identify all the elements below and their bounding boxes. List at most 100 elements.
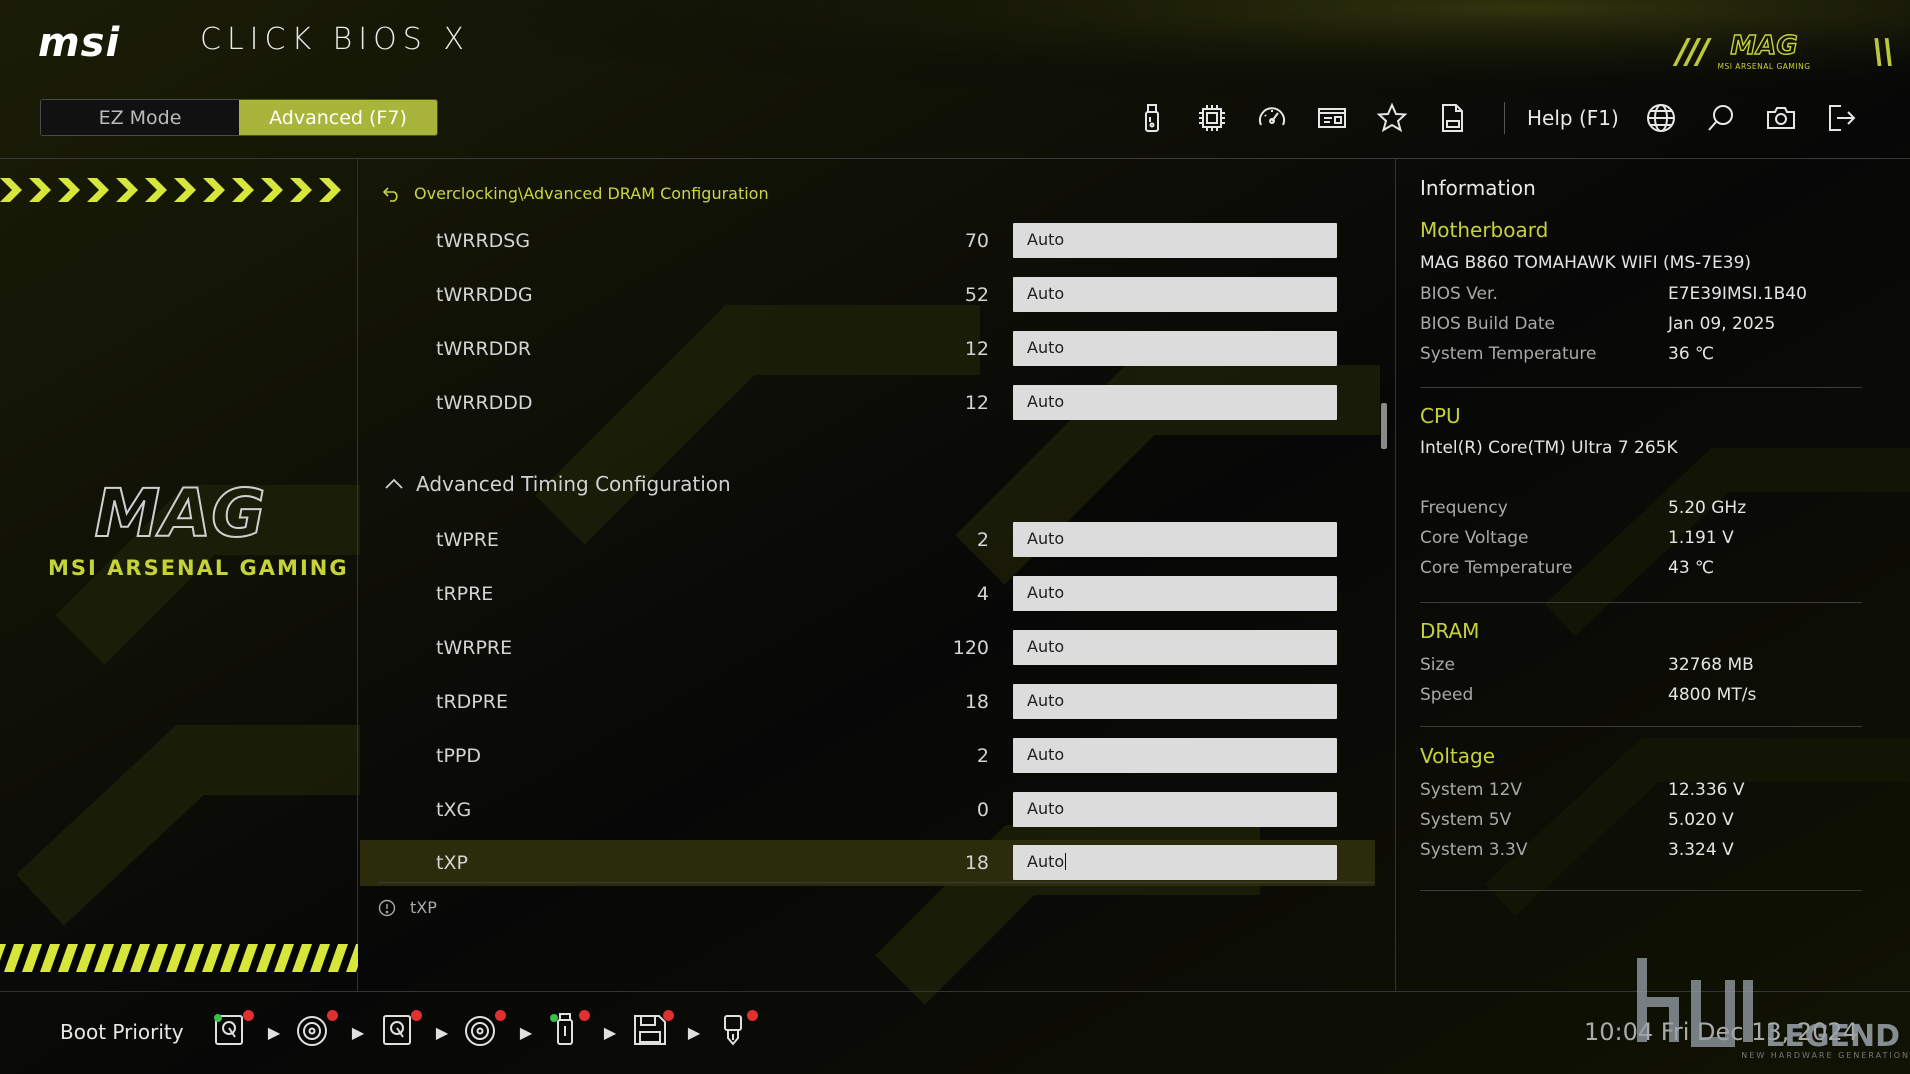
hardware-monitor-button[interactable] [1302, 98, 1362, 138]
usb-drive-button[interactable] [1122, 98, 1182, 138]
oc-gauge-button[interactable] [1242, 98, 1302, 138]
bios-version-label: BIOS Ver. [1420, 284, 1498, 304]
dram-heading: DRAM [1420, 619, 1480, 643]
gauge-icon [1259, 107, 1285, 126]
mag-badge-text: MAG [1730, 31, 1797, 61]
mag-logo-text: MAG [95, 478, 266, 548]
cpu-heading: CPU [1420, 404, 1461, 428]
setting-input[interactable]: Auto [1013, 738, 1337, 773]
breadcrumb[interactable]: Overclocking\Advanced DRAM Configuration [382, 184, 769, 203]
setting-current-value: 2 [976, 745, 989, 767]
setting-current-value: 12 [964, 338, 989, 360]
setting-input[interactable]: Auto [1013, 223, 1337, 258]
setting-input[interactable]: Auto [1013, 522, 1337, 557]
section-header-advanced-timing[interactable]: Advanced Timing Configuration [384, 472, 731, 496]
usb-drive-icon [1145, 104, 1159, 132]
setting-name: tWRRDSG [436, 230, 531, 252]
boot-device-4[interactable] [462, 1010, 506, 1054]
help-button[interactable]: Help (F1) [1527, 106, 1619, 130]
boot-order-arrow: ▶ [351, 1022, 365, 1042]
hint-text: tXP [410, 898, 437, 917]
setting-row-trpre[interactable]: tRPRE 4 Auto [360, 571, 1375, 617]
setting-input[interactable]: Auto [1013, 331, 1337, 366]
core-temperature-value: 43 ℃ [1668, 558, 1715, 578]
channel-watermark: LEGEND NEW HARDWARE GENERATION [1637, 958, 1910, 1060]
favorites-star-icon [1376, 102, 1408, 133]
setting-input[interactable]: Auto [1013, 277, 1337, 312]
boot-device-1[interactable] [210, 1010, 254, 1054]
boot-device-7[interactable] [714, 1010, 758, 1054]
setting-name: tRDPRE [436, 691, 508, 713]
setting-input[interactable]: Auto [1013, 792, 1337, 827]
setting-row-twrrddg[interactable]: tWRRDDG 52 Auto [360, 272, 1375, 318]
hardware-monitor-icon [1318, 108, 1346, 128]
info-separator [1420, 387, 1862, 388]
setting-row-twrpre[interactable]: tWRPRE 120 Auto [360, 625, 1375, 671]
boot-device-2[interactable] [294, 1010, 338, 1054]
help-hint: tXP [378, 898, 437, 917]
setting-row-txg[interactable]: tXG 0 Auto [360, 787, 1375, 833]
setting-input[interactable]: Auto [1013, 576, 1337, 611]
setting-current-value: 4 [976, 583, 989, 605]
dram-speed-label: Speed [1420, 685, 1474, 705]
boot-order-arrow: ▶ [267, 1022, 281, 1042]
setting-row-tppd[interactable]: tPPD 2 Auto [360, 733, 1375, 779]
brand-tagline: MSI ARSENAL GAMING [48, 556, 349, 580]
info-circle-icon [378, 899, 396, 916]
bios-build-date-label: BIOS Build Date [1420, 314, 1555, 334]
screenshot-camera-icon [1766, 107, 1795, 129]
list-scrollbar[interactable] [1381, 403, 1387, 449]
toolbar-separator [1504, 102, 1505, 134]
watermark-subtext: NEW HARDWARE GENERATION [1741, 1051, 1910, 1060]
exit-button[interactable] [1811, 98, 1871, 138]
setting-row-twrrddd[interactable]: tWRRDDD 12 Auto [360, 380, 1375, 426]
boot-device-3[interactable] [378, 1010, 422, 1054]
setting-row-txp-selected[interactable]: tXP 18 Auto [360, 840, 1375, 886]
setting-name: tXG [436, 799, 472, 821]
setting-row-trdpre[interactable]: tRDPRE 18 Auto [360, 679, 1375, 725]
favorites-button[interactable] [1362, 98, 1422, 138]
setting-name: tWRPRE [436, 637, 513, 659]
uefi-badge [243, 1010, 254, 1021]
toolbar: Help (F1) [1122, 98, 1871, 138]
cpu-frequency-label: Frequency [1420, 498, 1508, 518]
system-3v3-value: 3.324 V [1668, 840, 1734, 860]
uefi-badge [495, 1010, 506, 1021]
voltage-heading: Voltage [1420, 744, 1496, 768]
info-separator [1420, 890, 1862, 891]
setting-row-twrrdsg[interactable]: tWRRDSG 70 Auto [360, 218, 1375, 264]
search-button[interactable] [1691, 98, 1751, 138]
list-divider [378, 882, 1375, 883]
bios-log-icon [1442, 104, 1463, 132]
setting-name: tPPD [436, 745, 481, 767]
screenshot-button[interactable] [1751, 98, 1811, 138]
cpu-button[interactable] [1182, 98, 1242, 138]
info-separator [1420, 602, 1862, 603]
boot-device-5[interactable] [546, 1010, 590, 1054]
setting-row-twrrddr[interactable]: tWRRDDR 12 Auto [360, 326, 1375, 372]
setting-current-value: 18 [964, 852, 989, 874]
setting-current-value: 70 [964, 230, 989, 252]
setting-input[interactable]: Auto [1013, 684, 1337, 719]
setting-current-value: 0 [976, 799, 989, 821]
boot-order-arrow: ▶ [687, 1022, 701, 1042]
cpu-frequency-value: 5.20 GHz [1668, 498, 1747, 518]
core-voltage-label: Core Voltage [1420, 528, 1529, 548]
dram-size-label: Size [1420, 655, 1455, 675]
language-button[interactable] [1631, 98, 1691, 138]
setting-input[interactable]: Auto [1013, 385, 1337, 420]
setting-input-active[interactable]: Auto [1013, 845, 1337, 880]
bios-build-date-value: Jan 09, 2025 [1668, 314, 1776, 334]
setting-input[interactable]: Auto [1013, 630, 1337, 665]
boot-order-arrow: ▶ [603, 1022, 617, 1042]
cpu-chip-icon [1199, 105, 1225, 131]
ez-mode-button[interactable]: EZ Mode [41, 100, 239, 135]
core-temperature-label: Core Temperature [1420, 558, 1573, 578]
boot-device-6[interactable] [630, 1010, 674, 1054]
setting-row-twpre[interactable]: tWPRE 2 Auto [360, 517, 1375, 563]
motherboard-model: MAG B860 TOMAHAWK WIFI (MS-7E39) [1420, 253, 1752, 273]
setting-current-value: 18 [964, 691, 989, 713]
system-5v-label: System 5V [1420, 810, 1512, 830]
advanced-mode-button[interactable]: Advanced (F7) [239, 100, 437, 135]
bios-log-button[interactable] [1422, 98, 1482, 138]
